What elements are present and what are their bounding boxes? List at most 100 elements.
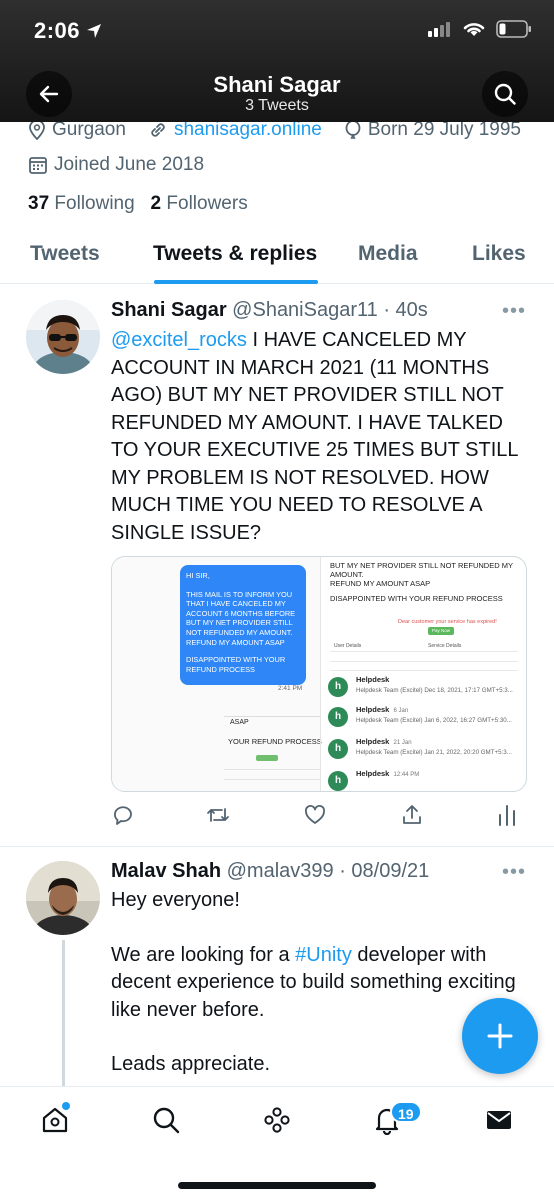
image-user-details: User Details	[334, 643, 362, 649]
search-icon	[153, 1107, 180, 1134]
website-link[interactable]: shanisagar.online	[174, 119, 322, 141]
tweet-text-line: Hey everyone!	[111, 889, 240, 911]
mail-icon	[487, 1111, 511, 1129]
status-time: 2:06	[34, 18, 102, 44]
tweet-header: Shani Sagar @ShaniSagar11 · 40s	[111, 299, 428, 322]
search-button[interactable]	[482, 71, 528, 117]
like-button[interactable]	[303, 803, 327, 832]
home-indicator	[178, 1182, 376, 1189]
share-button[interactable]	[400, 803, 424, 832]
image-mail-item: h Helpdesk 6 Jan Helpdesk Team (Excitel)…	[328, 703, 526, 733]
image-mail-item: h Helpdesk 12:44 PM	[328, 767, 526, 791]
header-title: Shani Sagar	[213, 72, 341, 97]
reply-button[interactable]	[111, 803, 135, 832]
following-count: 37	[28, 193, 50, 214]
image-mail-snippet: Helpdesk Team (Excitel) Jan 6, 2022, 16:…	[356, 717, 512, 724]
image-mail-title: Helpdesk	[356, 675, 389, 684]
birthday: Born 29 July 1995	[344, 119, 521, 141]
share-icon	[403, 805, 421, 824]
mention-link[interactable]: @excitel_rocks	[111, 329, 247, 351]
compose-tweet-button[interactable]	[462, 998, 538, 1074]
image-left-line	[224, 769, 320, 770]
image-mail-sender: Helpdesk	[356, 737, 390, 746]
retweet-button[interactable]	[205, 803, 231, 832]
tab-likes[interactable]: Likes	[472, 242, 526, 266]
image-mail-title: Helpdesk 12:44 PM	[356, 769, 419, 778]
image-mail-avatar: h	[328, 677, 348, 697]
tab-home[interactable]	[40, 1105, 70, 1140]
clock-text: 2:06	[34, 18, 81, 43]
author-name[interactable]: Shani Sagar	[111, 299, 227, 321]
image-chat-bubble: HI SIR, THIS MAIL IS TO INFORM YOU THAT …	[180, 565, 306, 685]
image-right-heading-line: DISAPPOINTED WITH YOUR REFUND PROCESS	[330, 594, 503, 603]
image-right-heading-line: REFUND MY AMOUNT ASAP	[330, 579, 431, 588]
tab-spaces[interactable]	[262, 1105, 292, 1140]
tab-search[interactable]	[151, 1105, 181, 1140]
birthday-text: Born 29 July 1995	[367, 119, 522, 140]
author-handle-time: @ShaniSagar11 · 40s	[232, 299, 428, 321]
image-mail-title: Helpdesk 21 Jan	[356, 737, 412, 746]
image-chat-footer: DISAPPOINTED WITH YOUR REFUND PROCESS	[186, 655, 286, 674]
following-label: Following	[54, 193, 135, 214]
following-link[interactable]: 37 Following	[28, 193, 135, 214]
image-mail-item: h Helpdesk Helpdesk Team (Excitel) Dec 1…	[328, 673, 526, 703]
more-options-button[interactable]: •••	[502, 861, 526, 884]
heart-icon	[305, 805, 325, 824]
tab-tweets[interactable]: Tweets	[30, 242, 100, 266]
tab-messages[interactable]	[484, 1105, 514, 1140]
image-mail-avatar: h	[328, 739, 348, 759]
home-new-dot	[62, 1102, 70, 1110]
tweet-text-part: We are looking for a	[111, 943, 296, 966]
image-mail-sender: Helpdesk	[356, 769, 390, 778]
image-chat-time: 2:41 PM	[278, 685, 303, 692]
image-divider	[224, 705, 320, 717]
image-mail-sender: Helpdesk	[356, 705, 390, 714]
avatar[interactable]	[26, 861, 100, 935]
image-chat-greeting: HI SIR,	[186, 571, 210, 580]
image-right-line	[330, 661, 518, 662]
spaces-icon	[264, 1107, 290, 1133]
more-options-button[interactable]: •••	[502, 300, 526, 323]
followers-link[interactable]: 2 Followers	[151, 193, 248, 214]
website[interactable]: shanisagar.online	[148, 119, 322, 141]
analytics-button[interactable]	[497, 803, 517, 832]
analytics-icon	[499, 805, 515, 826]
image-mail-date: 21 Jan	[393, 740, 412, 746]
image-mail-sender: Helpdesk	[356, 675, 390, 684]
plus-icon	[487, 1023, 513, 1049]
followers-label: Followers	[166, 193, 248, 214]
location-pin-icon	[29, 120, 45, 140]
wifi-icon	[463, 23, 485, 36]
battery-icon	[496, 20, 531, 38]
hashtag-link[interactable]: #Unity	[295, 944, 352, 966]
image-mail-avatar: h	[328, 771, 348, 791]
image-mail-title: Helpdesk 6 Jan	[356, 705, 408, 714]
image-separator	[320, 557, 321, 791]
image-mail-date: 12:44 PM	[393, 772, 420, 778]
image-chat-body: THIS MAIL IS TO INFORM YOU THAT I HAVE C…	[186, 589, 296, 647]
search-icon	[494, 83, 516, 105]
image-left-line	[224, 779, 320, 780]
image-pay-button: Pay Now	[428, 627, 454, 635]
status-icons	[428, 20, 532, 38]
reply-icon	[114, 806, 132, 825]
joined-row: Joined June 2018	[28, 154, 226, 176]
tweet-text-paragraph: We are looking for a #Unity developer wi…	[111, 942, 531, 1025]
avatar[interactable]	[26, 300, 100, 374]
tweet-header: Malav Shah @malav399 · 08/09/21	[111, 860, 429, 883]
image-mail-snippet: Helpdesk Team (Excitel) Jan 21, 2022, 20…	[356, 749, 512, 756]
tab-tweets-and-replies[interactable]: Tweets & replies	[153, 242, 317, 266]
image-mail-avatar: h	[328, 707, 348, 727]
tab-media[interactable]: Media	[358, 242, 418, 266]
image-left-refund-text: YOUR REFUND PROCESS	[228, 737, 322, 746]
profile-meta-row: Gurgaon shanisagar.online Born 29 July 1…	[28, 119, 543, 141]
image-mail-snippet: Helpdesk Team (Excitel) Dec 18, 2021, 17…	[356, 687, 513, 694]
author-name[interactable]: Malav Shah	[111, 860, 221, 882]
calendar-icon	[29, 157, 47, 174]
image-right-line	[330, 670, 518, 671]
thread-line	[62, 940, 65, 1090]
joined: Joined June 2018	[28, 154, 204, 176]
tweet-image[interactable]: HI SIR, THIS MAIL IS TO INFORM YOU THAT …	[111, 556, 527, 792]
image-mail-item: h Helpdesk 21 Jan Helpdesk Team (Excitel…	[328, 735, 526, 765]
notification-badge: 19	[390, 1101, 422, 1123]
